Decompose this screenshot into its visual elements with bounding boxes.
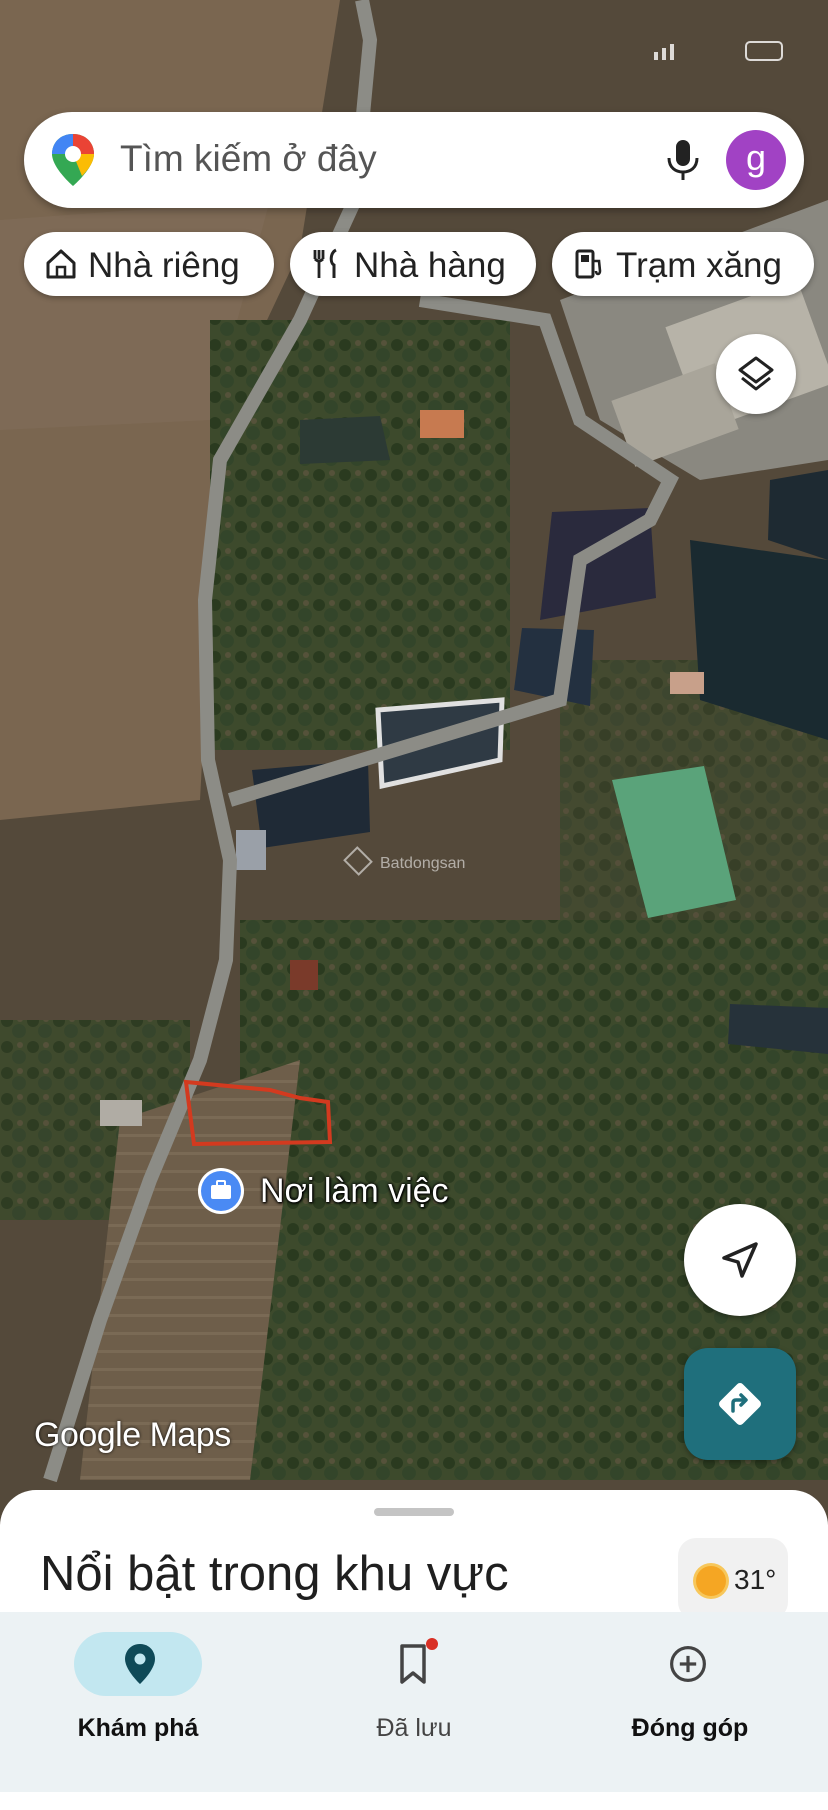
drag-handle[interactable] <box>374 1508 454 1516</box>
svg-text:Batdongsan: Batdongsan <box>380 855 465 872</box>
directions-button[interactable] <box>684 1348 796 1460</box>
bottom-nav: Khám phá Đã lưu Đóng góp <box>0 1612 828 1792</box>
chip-label: Nhà riêng <box>88 246 240 285</box>
chip-label: Nhà hàng <box>354 246 506 285</box>
navigation-arrow-icon <box>722 1242 758 1278</box>
briefcase-icon <box>201 1171 241 1211</box>
search-bar[interactable]: Tìm kiếm ở đây g <box>24 112 804 208</box>
maps-pin-icon <box>52 134 94 186</box>
directions-icon <box>719 1383 761 1425</box>
my-location-button[interactable] <box>684 1204 796 1316</box>
nav-item-saved[interactable]: Đã lưu <box>324 1624 524 1744</box>
nav-label: Đã lưu <box>376 1714 452 1742</box>
layers-button[interactable] <box>716 334 796 414</box>
temperature: 31° <box>734 1564 777 1595</box>
place-marker <box>198 1168 244 1214</box>
mic-icon[interactable] <box>658 134 708 186</box>
sun-icon <box>696 1566 726 1596</box>
home-icon <box>46 249 76 279</box>
layers-icon <box>738 356 774 391</box>
explore-pin-icon <box>125 1644 155 1684</box>
chip-label: Trạm xăng <box>616 246 782 285</box>
chip-gas-station[interactable]: Trạm xăng <box>552 232 814 296</box>
search-input[interactable]: Tìm kiếm ở đây <box>120 138 377 180</box>
place-name: Nơi làm việc <box>260 1172 449 1210</box>
gas-station-icon <box>575 249 602 279</box>
nav-item-explore[interactable]: Khám phá <box>48 1624 248 1744</box>
restaurant-icon <box>313 248 337 278</box>
nav-label: Đóng góp <box>631 1714 749 1742</box>
nav-item-contribute[interactable]: Đóng góp <box>600 1624 800 1744</box>
chip-home[interactable]: Nhà riêng <box>24 232 274 296</box>
google-maps-logo: Google Maps <box>34 1416 231 1454</box>
notification-dot <box>426 1638 438 1650</box>
status-bar <box>0 0 828 100</box>
add-circle-icon <box>670 1646 706 1682</box>
sheet-title: Nổi bật trong khu vực <box>40 1547 509 1601</box>
nav-label: Khám phá <box>77 1714 199 1742</box>
chip-restaurant[interactable]: Nhà hàng <box>290 232 536 296</box>
avatar[interactable]: g <box>726 130 786 190</box>
status-icons <box>654 41 783 61</box>
weather-badge[interactable]: 31° <box>678 1538 788 1620</box>
